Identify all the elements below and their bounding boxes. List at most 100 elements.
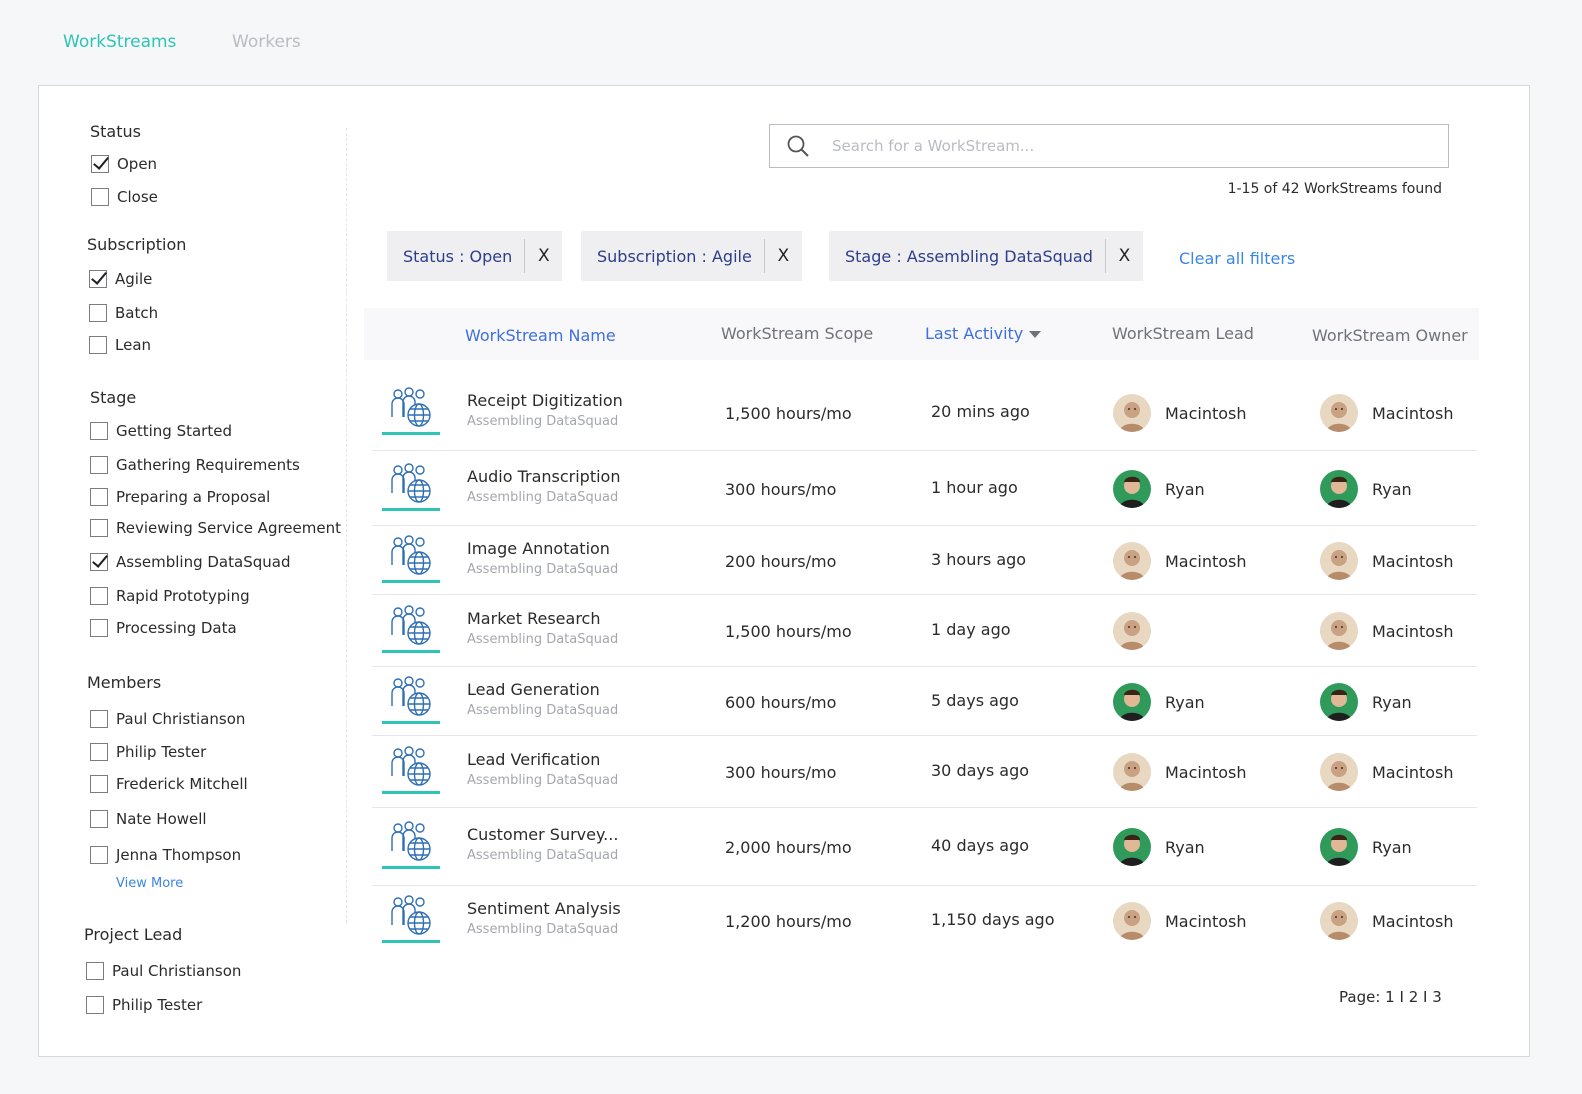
owner-avatar[interactable] xyxy=(1320,753,1358,791)
owner-avatar[interactable] xyxy=(1320,394,1358,432)
table-row[interactable]: Image Annotation Assembling DataSquad 200 … xyxy=(372,526,1477,595)
owner-name[interactable]: Macintosh xyxy=(1372,552,1454,571)
page-3-link[interactable]: 3 xyxy=(1432,988,1442,1006)
checkbox[interactable] xyxy=(90,488,108,506)
checkbox[interactable] xyxy=(90,710,108,728)
checkbox[interactable] xyxy=(86,962,104,980)
column-header-owner[interactable]: WorkStream Owner xyxy=(1312,326,1468,345)
stage-option-gathering-requirements[interactable]: Gathering Requirements xyxy=(90,456,300,474)
lead-avatar[interactable] xyxy=(1113,902,1151,940)
checkbox[interactable] xyxy=(90,456,108,474)
checkbox[interactable] xyxy=(91,155,109,173)
subscription-option-lean[interactable]: Lean xyxy=(89,336,151,354)
table-row[interactable]: Sentiment Analysis Assembling DataSquad 1,… xyxy=(372,886,1477,956)
tab-workstreams[interactable]: WorkStreams xyxy=(63,32,176,52)
stage-option-getting-started[interactable]: Getting Started xyxy=(90,422,232,440)
checkbox[interactable] xyxy=(90,553,108,571)
owner-avatar[interactable] xyxy=(1320,902,1358,940)
checkbox[interactable] xyxy=(89,336,107,354)
checkbox[interactable] xyxy=(90,519,108,537)
table-row[interactable]: Receipt Digitization Assembling DataSquad… xyxy=(372,374,1477,451)
status-option-open[interactable]: Open xyxy=(91,155,157,173)
owner-avatar[interactable] xyxy=(1320,828,1358,866)
checkbox[interactable] xyxy=(86,996,104,1014)
lead-avatar[interactable] xyxy=(1113,394,1151,432)
checkbox[interactable] xyxy=(90,743,108,761)
lead-avatar[interactable] xyxy=(1113,612,1151,650)
column-header-lead[interactable]: WorkStream Lead xyxy=(1112,324,1254,343)
table-row[interactable]: Lead Generation Assembling DataSquad 600 h… xyxy=(372,667,1477,736)
table-row[interactable]: Lead Verification Assembling DataSquad 300… xyxy=(372,736,1477,808)
column-header-scope[interactable]: WorkStream Scope xyxy=(721,324,873,343)
members-option-nate-howell[interactable]: Nate Howell xyxy=(90,810,207,828)
page-1-link[interactable]: 1 xyxy=(1385,988,1395,1006)
table-row[interactable]: Audio Transcription Assembling DataSquad 3… xyxy=(372,451,1477,526)
workstream-name[interactable]: Market Research xyxy=(467,609,600,628)
owner-avatar[interactable] xyxy=(1320,542,1358,580)
view-more-members-link[interactable]: View More xyxy=(116,876,183,891)
lead-name[interactable]: Macintosh xyxy=(1165,552,1247,571)
owner-name[interactable]: Macintosh xyxy=(1372,622,1454,641)
lead-avatar[interactable] xyxy=(1113,828,1151,866)
checkbox[interactable] xyxy=(90,846,108,864)
column-header-last-activity[interactable]: Last Activity xyxy=(925,324,1042,343)
remove-filter-button[interactable]: X xyxy=(763,239,802,273)
search-box[interactable] xyxy=(769,124,1449,168)
stage-option-processing-data[interactable]: Processing Data xyxy=(90,619,237,637)
remove-filter-button[interactable]: X xyxy=(1104,239,1143,273)
workstream-name[interactable]: Image Annotation xyxy=(467,539,610,558)
checkbox[interactable] xyxy=(90,587,108,605)
subscription-option-agile[interactable]: Agile xyxy=(89,270,152,288)
lead-name[interactable]: Ryan xyxy=(1165,838,1205,857)
checkbox[interactable] xyxy=(91,188,109,206)
owner-name[interactable]: Macintosh xyxy=(1372,763,1454,782)
stage-option-reviewing-service-agreement[interactable]: Reviewing Service Agreement xyxy=(90,519,341,537)
checkbox[interactable] xyxy=(90,422,108,440)
lead-avatar[interactable] xyxy=(1113,753,1151,791)
members-option-jenna-thompson[interactable]: Jenna Thompson xyxy=(90,846,241,864)
lead-avatar[interactable] xyxy=(1113,470,1151,508)
project-lead-option-philip-tester[interactable]: Philip Tester xyxy=(86,996,202,1014)
lead-name[interactable]: Ryan xyxy=(1165,693,1205,712)
owner-name[interactable]: Ryan xyxy=(1372,693,1412,712)
column-header-name[interactable]: WorkStream Name xyxy=(465,326,616,345)
members-option-frederick-mitchell[interactable]: Frederick Mitchell xyxy=(90,775,248,793)
lead-name[interactable]: Macintosh xyxy=(1165,912,1247,931)
owner-avatar[interactable] xyxy=(1320,683,1358,721)
workstream-name[interactable]: Receipt Digitization xyxy=(467,391,623,410)
lead-avatar[interactable] xyxy=(1113,542,1151,580)
lead-name[interactable]: Macintosh xyxy=(1165,404,1247,423)
workstream-name[interactable]: Audio Transcription xyxy=(467,467,620,486)
workstream-name[interactable]: Sentiment Analysis xyxy=(467,899,621,918)
table-row[interactable]: Customer Survey... Assembling DataSquad 2,… xyxy=(372,808,1477,886)
lead-name[interactable]: Ryan xyxy=(1165,480,1205,499)
stage-option-assembling-datasquad[interactable]: Assembling DataSquad xyxy=(90,553,290,571)
tab-workers[interactable]: Workers xyxy=(232,32,301,52)
lead-avatar[interactable] xyxy=(1113,683,1151,721)
workstream-name[interactable]: Customer Survey... xyxy=(467,825,618,844)
lead-name[interactable]: Macintosh xyxy=(1165,763,1247,782)
checkbox[interactable] xyxy=(90,619,108,637)
checkbox[interactable] xyxy=(89,270,107,288)
owner-avatar[interactable] xyxy=(1320,470,1358,508)
workstream-name[interactable]: Lead Generation xyxy=(467,680,600,699)
owner-name[interactable]: Ryan xyxy=(1372,480,1412,499)
status-option-close[interactable]: Close xyxy=(91,188,158,206)
page-2-link[interactable]: 2 xyxy=(1409,988,1419,1006)
workstream-name[interactable]: Lead Verification xyxy=(467,750,600,769)
owner-name[interactable]: Ryan xyxy=(1372,838,1412,857)
members-option-paul-christianson[interactable]: Paul Christianson xyxy=(90,710,245,728)
subscription-option-batch[interactable]: Batch xyxy=(89,304,158,322)
owner-name[interactable]: Macintosh xyxy=(1372,912,1454,931)
owner-avatar[interactable] xyxy=(1320,612,1358,650)
clear-all-filters-link[interactable]: Clear all filters xyxy=(1179,249,1295,268)
search-input[interactable] xyxy=(832,137,1392,155)
remove-filter-button[interactable]: X xyxy=(524,239,562,273)
project-lead-option-paul-christianson[interactable]: Paul Christianson xyxy=(86,962,241,980)
stage-option-preparing-proposal[interactable]: Preparing a Proposal xyxy=(90,488,270,506)
table-row[interactable]: Market Research Assembling DataSquad 1,500… xyxy=(372,595,1477,667)
checkbox[interactable] xyxy=(90,810,108,828)
owner-name[interactable]: Macintosh xyxy=(1372,404,1454,423)
members-option-philip-tester[interactable]: Philip Tester xyxy=(90,743,206,761)
checkbox[interactable] xyxy=(89,304,107,322)
